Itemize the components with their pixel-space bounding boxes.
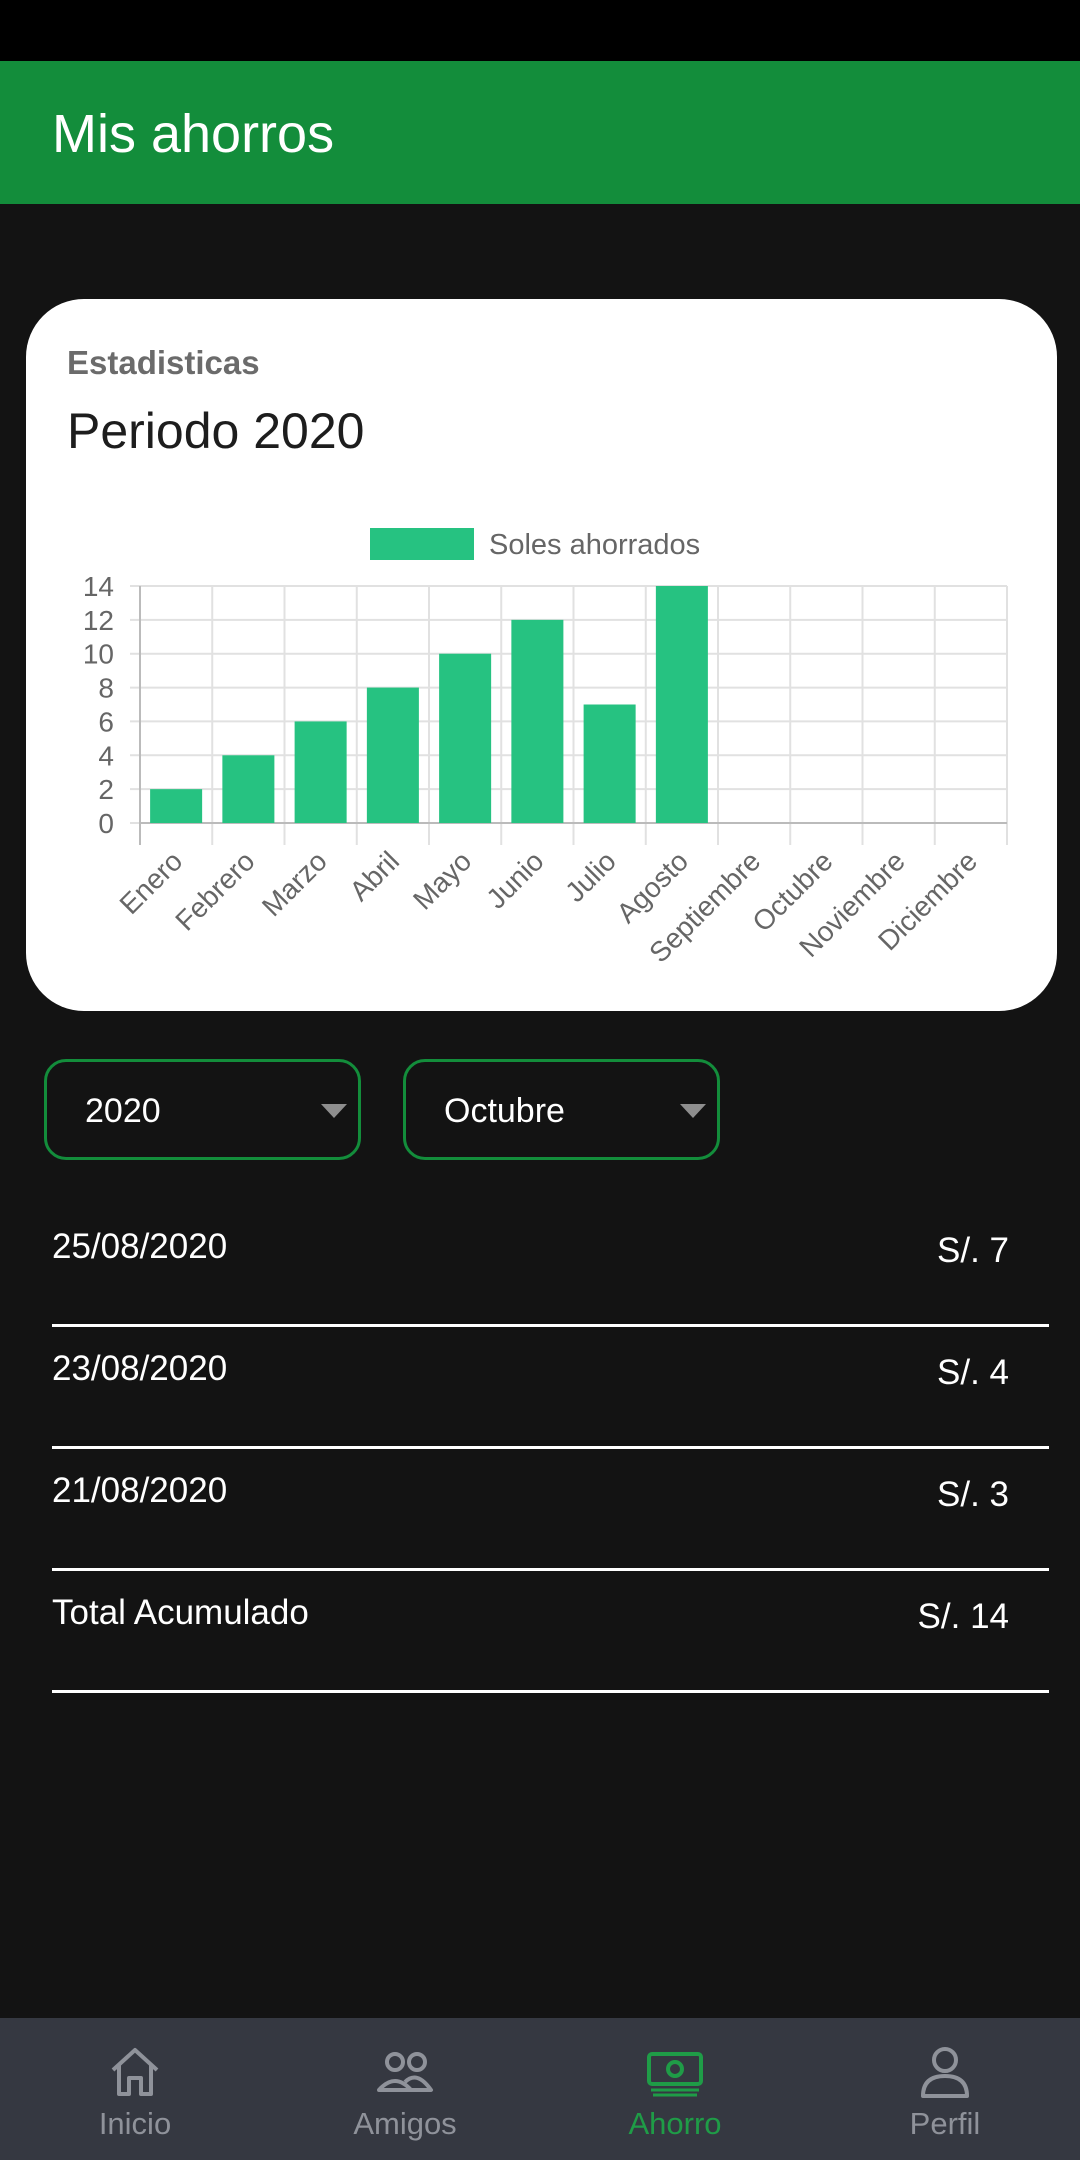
saving-amount: S/. 3: [937, 1475, 1009, 1514]
chevron-down-icon: [321, 1104, 347, 1118]
legend-swatch: [370, 528, 474, 560]
nav-item-perfil[interactable]: Perfil: [810, 2018, 1080, 2160]
savings-bar-chart: 02468101214EneroFebreroMarzo Abril Mayo Jun…: [83, 528, 1008, 968]
y-tick-label: 6: [98, 706, 114, 737]
x-tick-label: Marzo: [256, 845, 333, 922]
total-label: Total Acumulado: [52, 1593, 309, 1632]
x-tick-label: Mayo: [407, 845, 477, 915]
saving-date: 25/08/2020: [52, 1227, 228, 1266]
legend-label: Soles ahorrados: [489, 529, 700, 561]
month-select[interactable]: Octubre: [403, 1059, 720, 1160]
nav-item-inicio[interactable]: Inicio: [0, 2018, 270, 2160]
list-item: 21/08/2020 S/. 3: [52, 1449, 1049, 1571]
nav-item-amigos[interactable]: Amigos: [270, 2018, 540, 2160]
saving-amount: S/. 7: [937, 1231, 1009, 1270]
chart-bar: [583, 704, 636, 823]
saving-date: 21/08/2020: [52, 1471, 228, 1510]
y-tick-label: 12: [83, 605, 114, 636]
chart-bar: [655, 586, 708, 823]
app-bar: Mis ahorros: [0, 61, 1080, 204]
y-tick-label: 10: [83, 639, 114, 670]
nav-label: Perfil: [909, 2106, 981, 2141]
chart-bar: [511, 619, 564, 823]
home-icon: [111, 2048, 159, 2096]
chart-bar: [222, 755, 275, 823]
chart-bar: [294, 721, 347, 823]
y-tick-label: 0: [98, 808, 114, 839]
nav-item-ahorro[interactable]: Ahorro: [540, 2018, 810, 2160]
y-tick-label: 2: [98, 774, 114, 805]
month-select-value: Octubre: [444, 1092, 565, 1130]
page-title: Mis ahorros: [52, 104, 335, 164]
x-tick-label: Abril: [344, 845, 406, 907]
friends-icon: [377, 2052, 433, 2092]
status-bar: [0, 0, 1080, 61]
saving-date: 23/08/2020: [52, 1349, 228, 1388]
total-row: Total Acumulado S/. 14: [52, 1571, 1049, 1693]
total-amount: S/. 14: [917, 1597, 1009, 1636]
saving-amount: S/. 4: [937, 1353, 1009, 1392]
nav-label: Ahorro: [628, 2106, 722, 2141]
y-tick-label: 8: [98, 673, 114, 704]
chart-bar: [366, 687, 419, 823]
list-item: 25/08/2020 S/. 7: [52, 1205, 1049, 1327]
list-item: 23/08/2020 S/. 4: [52, 1327, 1049, 1449]
nav-label: Amigos: [353, 2106, 457, 2141]
y-tick-label: 14: [83, 571, 114, 602]
year-select[interactable]: 2020: [44, 1059, 361, 1160]
bottom-navigation: Inicio Amigos Ahorro Perfil: [0, 2018, 1080, 2160]
chart-bar: [439, 653, 492, 823]
y-tick-label: 4: [98, 740, 114, 771]
year-select-value: 2020: [85, 1092, 161, 1130]
x-tick-label: Julio: [559, 845, 622, 908]
chevron-down-icon: [680, 1104, 706, 1118]
nav-label: Inicio: [98, 2106, 172, 2141]
profile-icon: [921, 2047, 969, 2098]
x-tick-label: Febrero: [169, 845, 260, 936]
statistics-card: Estadisticas Periodo 2020 0 2 4 6 8 10 12 14 Ene…: [26, 299, 1057, 1011]
money-icon: [647, 2052, 703, 2097]
x-tick-label: Junio: [480, 845, 549, 914]
chart-bar: [150, 789, 203, 823]
